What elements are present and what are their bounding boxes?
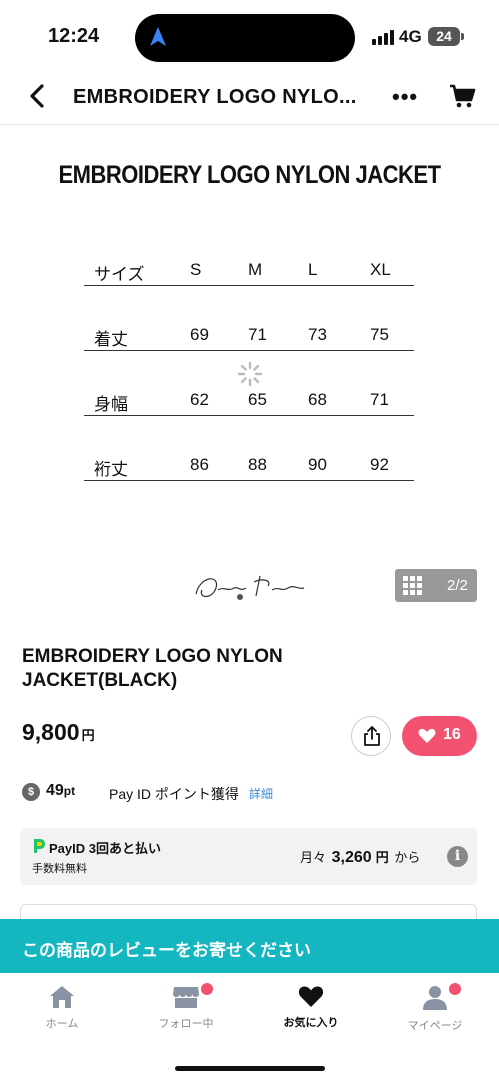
loading-spinner-icon [237,361,263,387]
store-icon [173,987,199,1008]
table-cell: S [190,260,202,279]
home-icon [50,986,74,1008]
gallery-view-button[interactable]: 2/2 [395,569,477,602]
table-cell: 身幅 [94,395,128,414]
size-table-header: サイズ S M L XL [84,256,414,286]
table-cell: 71 [248,325,267,344]
dynamic-island [135,14,355,62]
table-cell: 65 [248,390,267,409]
payid-installment-box[interactable]: PayID 3回あと払い 手数料無料 月々 3,260 円 から i [20,828,477,885]
product-name: EMBROIDERY LOGO NYLON JACKET(BLACK) [22,646,283,691]
image-page-indicator: 2/2 [447,577,468,594]
notification-dot [201,983,213,995]
more-options-button[interactable]: ••• [392,84,418,110]
image-heading: EMBROIDERY LOGO NYLON JACKET [58,160,441,189]
points-amount: 49pt [46,782,76,799]
table-cell: 62 [190,390,209,409]
page-title: EMBROIDERY LOGO NYLO... [73,86,357,108]
tab-label: フォロー中 [158,1018,214,1030]
product-price: 9,800 円 [22,719,95,746]
tab-label: マイページ [407,1020,463,1032]
network-type: 4G [399,27,422,46]
table-cell: 86 [190,455,209,474]
table-cell: 92 [370,455,389,474]
cart-icon[interactable] [448,82,476,110]
tab-label: お気に入り [283,1017,339,1029]
tab-home[interactable]: ホーム [12,985,112,1031]
navigation-arrow-icon [150,27,166,46]
table-cell: サイズ [94,265,145,284]
user-icon [423,986,447,1010]
tab-mypage[interactable]: マイページ [385,983,485,1033]
status-time: 12:24 [48,25,100,47]
bottom-tab-bar: ホーム フォロー中 お気に入り マイページ [0,973,499,1080]
table-cell: 90 [308,455,327,474]
signal-icon [372,30,394,45]
like-count: 16 [443,726,461,743]
table-cell: 裄丈 [94,460,128,479]
payid-brand-label: PayID 3回あと払い [49,841,161,856]
price-unit: 円 [81,728,95,743]
share-button[interactable] [351,716,391,756]
info-icon[interactable]: i [447,846,468,867]
top-navbar: EMBROIDERY LOGO NYLO... ••• [0,70,499,125]
share-icon [364,726,380,746]
heart-icon [298,986,324,1007]
back-arrow-icon[interactable] [24,82,52,110]
favorite-button[interactable]: 16 [402,716,477,756]
table-cell: 69 [190,325,209,344]
tab-favorites[interactable]: お気に入り [261,985,361,1030]
price-value: 9,800 [22,719,80,745]
table-row: 着丈 69 71 73 75 [84,321,414,351]
battery-icon: 24 [428,27,460,46]
product-image-carousel[interactable]: EMBROIDERY LOGO NYLON JACKET サイズ S M L X… [0,126,499,620]
tab-label: ホーム [45,1018,79,1030]
brand-signature-logo [195,575,305,600]
payid-coin-icon: $ [22,783,40,801]
table-row: 裄丈 86 88 90 92 [84,451,414,481]
payid-fee-label: 手数料無料 [32,863,87,875]
points-detail-link[interactable]: 詳細 [249,785,273,802]
table-cell: 73 [308,325,327,344]
monthly-payment: 月々 3,260 円 から [300,849,421,866]
home-indicator[interactable] [175,1066,325,1071]
table-cell: 75 [370,325,389,344]
payid-logo-icon [34,839,45,853]
table-cell: 88 [248,455,267,474]
table-cell: M [248,260,263,279]
heart-icon [418,728,436,743]
table-cell: 着丈 [94,330,128,349]
table-cell: 71 [370,390,389,409]
review-request-banner[interactable]: この商品のレビューをお寄せください [0,919,499,973]
tab-following[interactable]: フォロー中 [136,983,236,1031]
notification-dot [449,983,461,995]
table-cell: XL [370,260,391,279]
points-text: Pay ID ポイント獲得 [109,786,239,802]
battery-cap [461,33,464,40]
status-bar: 12:24 4G 24 [0,0,499,70]
table-cell: 68 [308,390,327,409]
table-row: 身幅 62 65 68 71 [84,386,414,416]
table-cell: L [308,260,318,279]
grid-icon [403,576,422,595]
